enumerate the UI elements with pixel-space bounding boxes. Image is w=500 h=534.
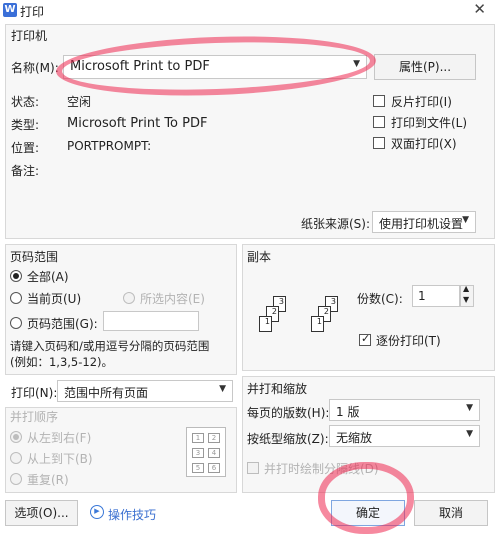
cancel-button[interactable]: 取消 [414, 500, 488, 526]
tips-link[interactable]: 操作技巧 [108, 506, 156, 523]
preview-cell: 2 [208, 433, 220, 443]
type-label: 类型: [11, 118, 40, 132]
reverse-print-label[interactable]: 反片打印(I) [391, 93, 452, 110]
printer-name-label: 名称(M): [11, 61, 59, 75]
close-icon[interactable]: ✕ [473, 0, 486, 18]
chevron-down-icon: ▼ [462, 215, 469, 225]
print-order-preview: 1 2 3 4 5 6 [186, 427, 226, 477]
scale-label: 按纸型缩放(Z): [247, 432, 329, 446]
draw-border-label: 并打时绘制分隔线(D) [264, 462, 379, 476]
pages-per-sheet-value: 1 版 [336, 405, 360, 419]
preview-cell: 5 [192, 463, 204, 473]
preview-cell: 1 [192, 433, 204, 443]
order-left-right-radio [10, 431, 22, 443]
page-range-hint-1: 请键入页码和/或用逗号分隔的页码范围 [10, 339, 210, 353]
paper-source-label: 纸张来源(S): [301, 217, 371, 231]
paper-source-select[interactable]: 使用打印机设置 ▼ [372, 211, 476, 233]
page-range-hint-2: (例如：1,3,5-12)。 [10, 355, 114, 369]
order-top-bottom-label: 从上到下(B) [27, 452, 93, 466]
preview-cell: 3 [192, 448, 204, 458]
range-selection-label: 所选内容(E) [140, 292, 205, 306]
reverse-print-checkbox[interactable] [373, 95, 385, 107]
copies-title: 副本 [247, 250, 272, 264]
printer-group-title: 打印机 [11, 29, 48, 43]
order-repeat-label: 重复(R) [27, 473, 69, 487]
order-left-right-label: 从左到右(F) [27, 431, 92, 445]
pages-per-sheet-select[interactable]: 1 版 ▼ [329, 399, 480, 421]
range-selection-radio [123, 292, 135, 304]
page-icon: 1 [311, 316, 324, 332]
collate-stack-1: 3 2 1 [253, 296, 293, 346]
order-repeat-radio [10, 473, 22, 485]
duplex-label[interactable]: 双面打印(X) [391, 135, 457, 152]
page-range-title: 页码范围 [10, 250, 59, 264]
print-what-select[interactable]: 范围中所有页面 ▼ [57, 380, 233, 402]
duplex-checkbox[interactable] [373, 137, 385, 149]
collate-stack-2: 3 2 1 [305, 296, 345, 346]
collate-checkbox[interactable] [359, 332, 371, 346]
collate-label[interactable]: 逐份打印(T) [376, 332, 441, 349]
print-to-file-checkbox[interactable] [373, 116, 385, 128]
pages-per-sheet-label: 每页的版数(H): [247, 406, 330, 420]
location-value: PORTPROMPT: [67, 139, 152, 153]
status-value: 空闲 [67, 95, 92, 109]
print-to-file-label[interactable]: 打印到文件(L) [391, 114, 467, 131]
tips-icon: ▶ [90, 505, 104, 519]
printer-name-select[interactable]: Microsoft Print to PDF ▼ [63, 55, 367, 79]
print-what-label: 打印(N): [11, 386, 58, 400]
window-title: 打印 [20, 5, 45, 19]
range-current-radio[interactable] [10, 292, 22, 304]
range-all-radio[interactable] [10, 270, 22, 282]
preview-cell: 6 [208, 463, 220, 473]
chevron-down-icon: ▼ [353, 59, 360, 69]
range-pages-radio[interactable] [10, 317, 22, 329]
chevron-down-icon: ▼ [219, 384, 226, 394]
scale-value: 无缩放 [336, 431, 373, 445]
options-button[interactable]: 选项(O)... [5, 500, 78, 526]
chevron-down-icon: ▼ [466, 429, 473, 439]
order-top-bottom-radio [10, 452, 22, 464]
printer-properties-button[interactable]: 属性(P)... [374, 54, 476, 80]
preview-cell: 4 [208, 448, 220, 458]
copies-count-value: 1 [418, 289, 426, 303]
zoom-title: 并打和缩放 [247, 382, 308, 396]
print-order-title: 并打顺序 [10, 410, 59, 424]
print-what-value: 范围中所有页面 [64, 386, 149, 400]
stepper-down-icon[interactable]: ▼ [463, 295, 469, 304]
title-bar: W 打印 ✕ [0, 0, 500, 22]
stepper-up-icon[interactable]: ▲ [463, 284, 469, 293]
printer-name-value: Microsoft Print to PDF [70, 59, 210, 74]
range-pages-label[interactable]: 页码范围(G): [27, 315, 98, 332]
type-value: Microsoft Print To PDF [67, 116, 208, 131]
copies-stepper[interactable]: ▲ ▼ [460, 284, 474, 307]
page-range-input[interactable] [103, 311, 199, 331]
paper-source-value: 使用打印机设置 [379, 217, 464, 231]
range-all-label[interactable]: 全部(A) [27, 268, 69, 285]
copies-count-label: 份数(C): [357, 292, 403, 306]
draw-border-checkbox [247, 462, 259, 474]
copies-count-input[interactable]: 1 [412, 285, 460, 307]
comment-label: 备注: [11, 164, 40, 178]
page-icon: 1 [259, 316, 272, 332]
scale-select[interactable]: 无缩放 ▼ [329, 425, 480, 447]
wps-icon: W [3, 3, 17, 17]
ok-button[interactable]: 确定 [331, 500, 405, 526]
status-label: 状态: [11, 95, 40, 109]
location-label: 位置: [11, 141, 40, 155]
range-current-label[interactable]: 当前页(U) [27, 290, 81, 307]
chevron-down-icon: ▼ [466, 403, 473, 413]
